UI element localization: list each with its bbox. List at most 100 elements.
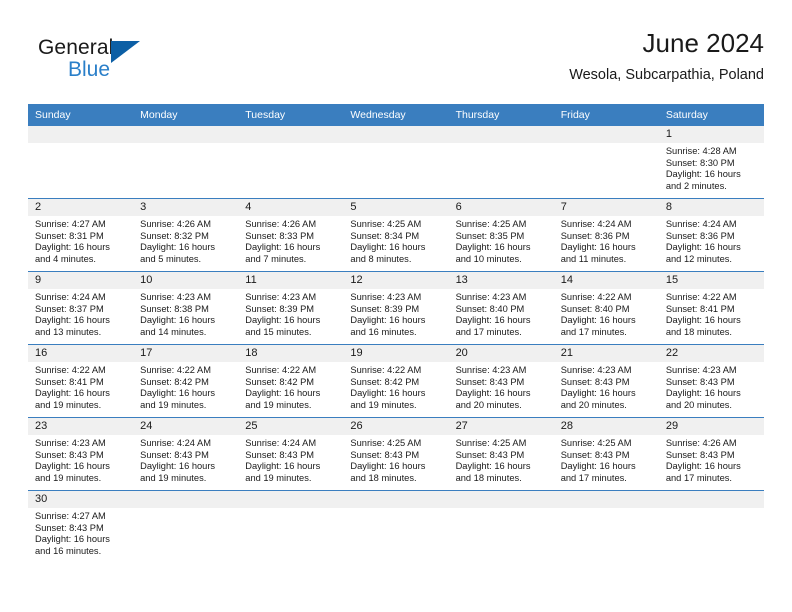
- calendar-week-row: 9 Sunrise: 4:24 AM Sunset: 8:37 PM Daylight…: [28, 271, 764, 345]
- day-cell[interactable]: 18 Sunrise: 4:22 AM Sunset: 8:42 PM Dayligh…: [238, 344, 344, 418]
- day-cell[interactable]: 17 Sunrise: 4:22 AM Sunset: 8:42 PM Dayligh…: [133, 344, 239, 418]
- day-cell[interactable]: 4 Sunrise: 4:26 AM Sunset: 8:33 PM Daylight…: [238, 198, 344, 272]
- day-cell[interactable]: 26 Sunrise: 4:25 AM Sunset: 8:43 PM Dayligh…: [343, 417, 449, 491]
- day-number: [343, 126, 449, 143]
- day-detail-sunset: Sunset: 8:42 PM: [350, 376, 420, 387]
- day-cell[interactable]: 11 Sunrise: 4:23 AM Sunset: 8:39 PM Dayligh…: [238, 271, 344, 345]
- day-cell-empty: [238, 126, 344, 199]
- day-cell[interactable]: 1 Sunrise: 4:28 AM Sunset: 8:30 PM Daylight…: [658, 126, 764, 199]
- day-detail-daylight1: Daylight: 16 hours: [455, 315, 531, 326]
- day-cell[interactable]: 14 Sunrise: 4:22 AM Sunset: 8:40 PM Dayligh…: [553, 271, 659, 345]
- day-number: 27: [448, 418, 554, 435]
- day-cell[interactable]: 21 Sunrise: 4:23 AM Sunset: 8:43 PM Dayligh…: [553, 344, 659, 418]
- day-detail-daylight2: and 16 minutes.: [350, 326, 417, 337]
- calendar-week-row: 23 Sunrise: 4:23 AM Sunset: 8:43 PM Dayligh…: [28, 417, 764, 491]
- day-number: 21: [553, 345, 659, 362]
- day-detail-sunrise: Sunrise: 4:24 AM: [665, 219, 737, 229]
- day-cell[interactable]: 29 Sunrise: 4:26 AM Sunset: 8:43 PM Dayligh…: [658, 417, 764, 491]
- day-detail-daylight1: Daylight: 16 hours: [245, 315, 321, 326]
- day-details: Sunrise: 4:23 AM Sunset: 8:39 PM Daylight:…: [343, 289, 448, 338]
- day-number: 6: [448, 199, 554, 216]
- day-detail-sunset: Sunset: 8:43 PM: [560, 449, 630, 460]
- day-cell[interactable]: 15 Sunrise: 4:22 AM Sunset: 8:41 PM Dayligh…: [658, 271, 764, 345]
- day-details: Sunrise: 4:24 AM Sunset: 8:43 PM Daylight:…: [238, 435, 343, 484]
- day-detail-sunrise: Sunrise: 4:22 AM: [140, 365, 211, 375]
- day-cell[interactable]: 9 Sunrise: 4:24 AM Sunset: 8:37 PM Daylight…: [28, 271, 134, 345]
- calendar-body: 1 Sunrise: 4:28 AM Sunset: 8:30 PM Daylight…: [28, 126, 764, 563]
- day-cell[interactable]: 10 Sunrise: 4:23 AM Sunset: 8:38 PM Dayligh…: [133, 271, 239, 345]
- day-details: Sunrise: 4:24 AM Sunset: 8:36 PM Daylight:…: [659, 216, 764, 265]
- column-header-saturday: Saturday: [658, 104, 764, 126]
- day-details: Sunrise: 4:26 AM Sunset: 8:33 PM Daylight:…: [238, 216, 343, 265]
- day-cell[interactable]: 6 Sunrise: 4:25 AM Sunset: 8:35 PM Daylight…: [448, 198, 554, 272]
- day-cell[interactable]: 3 Sunrise: 4:26 AM Sunset: 8:32 PM Daylight…: [133, 198, 239, 272]
- day-detail-sunrise: Sunrise: 4:24 AM: [140, 438, 211, 448]
- day-number: [343, 491, 449, 508]
- day-detail-sunset: Sunset: 8:43 PM: [560, 376, 630, 387]
- day-cell[interactable]: 8 Sunrise: 4:24 AM Sunset: 8:36 PM Daylight…: [658, 198, 764, 272]
- day-detail-sunset: Sunset: 8:42 PM: [140, 376, 209, 387]
- day-cell[interactable]: 12 Sunrise: 4:23 AM Sunset: 8:39 PM Dayligh…: [343, 271, 449, 345]
- day-cell[interactable]: 13 Sunrise: 4:23 AM Sunset: 8:40 PM Dayligh…: [448, 271, 554, 345]
- day-detail-daylight1: Daylight: 16 hours: [455, 388, 531, 399]
- day-number: [133, 491, 239, 508]
- day-detail-sunset: Sunset: 8:31 PM: [35, 230, 104, 241]
- day-detail-sunrise: Sunrise: 4:25 AM: [560, 438, 632, 448]
- general-blue-logo: General Blue: [38, 36, 178, 92]
- day-detail-daylight1: Daylight: 16 hours: [245, 461, 321, 472]
- day-detail-sunrise: Sunrise: 4:26 AM: [665, 438, 737, 448]
- day-detail-daylight1: Daylight: 16 hours: [350, 388, 426, 399]
- day-cell[interactable]: 23 Sunrise: 4:23 AM Sunset: 8:43 PM Dayligh…: [28, 417, 134, 491]
- day-detail-sunrise: Sunrise: 4:22 AM: [35, 365, 106, 375]
- day-detail-daylight2: and 7 minutes.: [245, 253, 307, 264]
- day-cell[interactable]: 25 Sunrise: 4:24 AM Sunset: 8:43 PM Dayligh…: [238, 417, 344, 491]
- day-cell[interactable]: 24 Sunrise: 4:24 AM Sunset: 8:43 PM Dayligh…: [133, 417, 239, 491]
- day-cell[interactable]: 5 Sunrise: 4:25 AM Sunset: 8:34 PM Daylight…: [343, 198, 449, 272]
- day-details: Sunrise: 4:25 AM Sunset: 8:34 PM Daylight:…: [343, 216, 448, 265]
- day-detail-daylight1: Daylight: 16 hours: [140, 242, 216, 253]
- day-cell-empty: [658, 490, 764, 563]
- column-header-wednesday: Wednesday: [343, 104, 449, 126]
- day-details: Sunrise: 4:23 AM Sunset: 8:39 PM Daylight:…: [238, 289, 343, 338]
- day-detail-sunrise: Sunrise: 4:26 AM: [245, 219, 317, 229]
- day-number: 4: [238, 199, 344, 216]
- calendar-grid: Sunday Monday Tuesday Wednesday Thursday…: [28, 104, 764, 563]
- day-detail-daylight1: Daylight: 16 hours: [35, 388, 110, 399]
- day-detail-sunset: Sunset: 8:43 PM: [35, 449, 104, 460]
- day-details: Sunrise: 4:25 AM Sunset: 8:43 PM Daylight:…: [554, 435, 659, 484]
- day-cell[interactable]: 27 Sunrise: 4:25 AM Sunset: 8:43 PM Dayligh…: [448, 417, 554, 491]
- page-title: June 2024: [642, 28, 764, 58]
- day-detail-daylight2: and 19 minutes.: [245, 472, 312, 483]
- day-cell[interactable]: 22 Sunrise: 4:23 AM Sunset: 8:43 PM Dayligh…: [658, 344, 764, 418]
- column-header-friday: Friday: [553, 104, 659, 126]
- day-detail-sunset: Sunset: 8:32 PM: [140, 230, 209, 241]
- day-detail-daylight1: Daylight: 16 hours: [560, 388, 636, 399]
- day-details: Sunrise: 4:23 AM Sunset: 8:43 PM Daylight:…: [554, 362, 659, 411]
- day-cell[interactable]: 16 Sunrise: 4:22 AM Sunset: 8:41 PM Dayligh…: [28, 344, 134, 418]
- day-detail-daylight2: and 17 minutes.: [665, 472, 732, 483]
- day-detail-sunset: Sunset: 8:39 PM: [350, 303, 420, 314]
- day-detail-sunrise: Sunrise: 4:23 AM: [35, 438, 106, 448]
- day-number: 7: [553, 199, 659, 216]
- day-detail-daylight2: and 19 minutes.: [140, 399, 207, 410]
- day-detail-sunrise: Sunrise: 4:28 AM: [665, 146, 737, 156]
- day-detail-sunrise: Sunrise: 4:22 AM: [350, 365, 422, 375]
- day-cell[interactable]: 2 Sunrise: 4:27 AM Sunset: 8:31 PM Daylight…: [28, 198, 134, 272]
- day-number: [238, 126, 344, 143]
- day-details: Sunrise: 4:26 AM Sunset: 8:32 PM Daylight:…: [133, 216, 238, 265]
- day-cell[interactable]: 28 Sunrise: 4:25 AM Sunset: 8:43 PM Dayligh…: [553, 417, 659, 491]
- day-cell-empty: [133, 126, 239, 199]
- day-cell[interactable]: 20 Sunrise: 4:23 AM Sunset: 8:43 PM Dayligh…: [448, 344, 554, 418]
- day-number: [553, 491, 659, 508]
- day-detail-daylight2: and 11 minutes.: [560, 253, 627, 264]
- day-cell[interactable]: 30 Sunrise: 4:27 AM Sunset: 8:43 PM Dayligh…: [28, 490, 134, 563]
- day-number: 24: [133, 418, 239, 435]
- day-detail-sunrise: Sunrise: 4:23 AM: [665, 365, 737, 375]
- day-cell[interactable]: 7 Sunrise: 4:24 AM Sunset: 8:36 PM Daylight…: [553, 198, 659, 272]
- day-detail-daylight2: and 20 minutes.: [665, 399, 732, 410]
- day-cell-empty: [343, 126, 449, 199]
- day-detail-daylight2: and 10 minutes.: [455, 253, 522, 264]
- day-detail-sunset: Sunset: 8:41 PM: [35, 376, 104, 387]
- day-cell[interactable]: 19 Sunrise: 4:22 AM Sunset: 8:42 PM Dayligh…: [343, 344, 449, 418]
- day-detail-daylight1: Daylight: 16 hours: [350, 461, 426, 472]
